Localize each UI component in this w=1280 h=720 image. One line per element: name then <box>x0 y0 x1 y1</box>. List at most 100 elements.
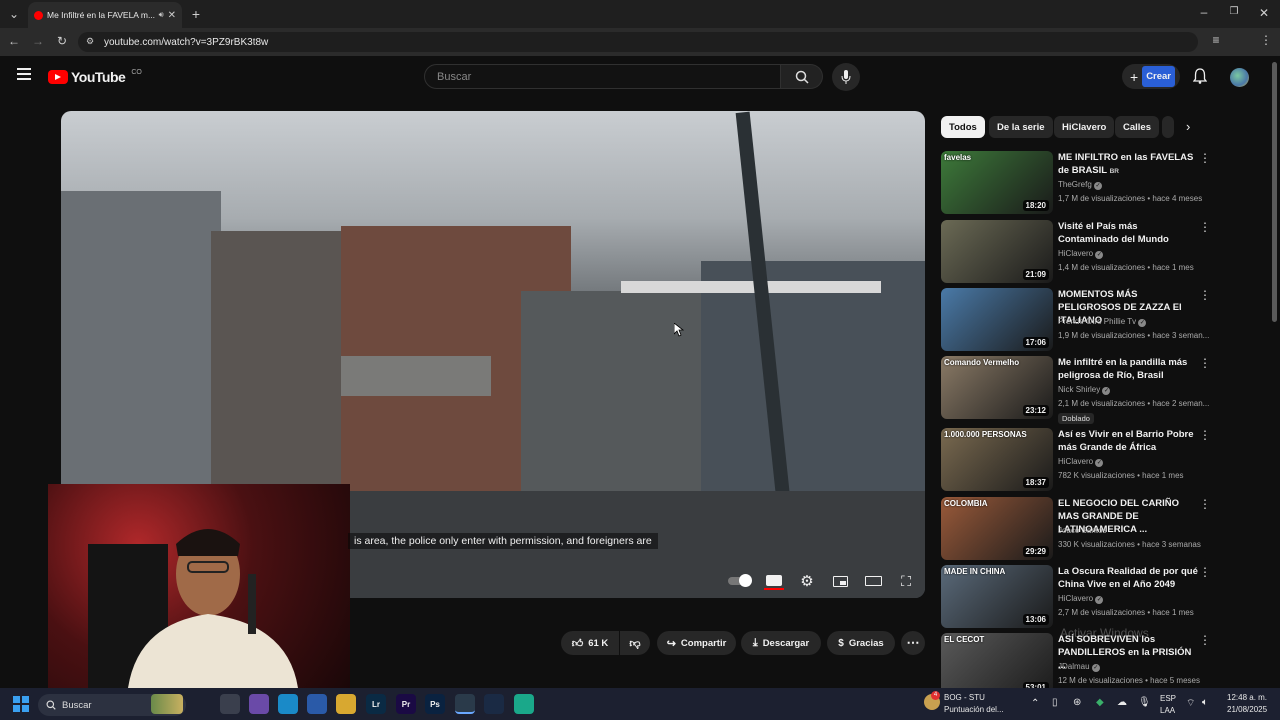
voice-search-button[interactable] <box>832 63 860 91</box>
channel-name[interactable]: HiClavero ✓ <box>1058 457 1104 467</box>
tray-mic-icon[interactable]: 🎙︎ <box>1138 697 1151 708</box>
chip-hiclavero[interactable]: HiClavero <box>1054 116 1115 138</box>
page-scrollbar[interactable] <box>1272 62 1277 322</box>
lightroom-icon[interactable]: Lr <box>366 694 386 714</box>
chip-partial[interactable] <box>1162 116 1174 138</box>
more-options-icon[interactable]: ⋮ <box>1199 428 1211 442</box>
tray-network-icon[interactable]: ⊛ <box>1073 697 1081 708</box>
media-control-icon[interactable]: ≡ <box>1208 33 1224 47</box>
premiere-icon[interactable]: Pr <box>396 694 416 714</box>
channel-name[interactable]: TheGrefg ✓ <box>1058 180 1103 190</box>
channel-name[interactable]: JDalmau ✓ <box>1058 662 1100 672</box>
address-bar[interactable]: ⚙ youtube.com/watch?v=3PZ9rBK3t8w <box>78 32 1198 52</box>
language-bottom[interactable]: LAA <box>1160 706 1175 715</box>
search-highlight-icon[interactable] <box>151 694 183 714</box>
back-icon[interactable]: ← <box>6 34 22 48</box>
search-button[interactable] <box>781 64 823 89</box>
video-title[interactable]: Visité el País más Contaminado del Mundo <box>1058 220 1198 247</box>
forward-icon[interactable]: → <box>30 34 46 48</box>
channel-name[interactable]: HiClavero ✓ <box>1058 249 1104 259</box>
minimize-icon[interactable]: – <box>1196 5 1212 19</box>
channel-name[interactable]: Prende Otro Phillie Tv ✓ <box>1058 317 1147 327</box>
clock-time[interactable]: 12:48 a. m. <box>1227 693 1267 702</box>
search-input[interactable]: Buscar <box>424 64 781 89</box>
video-thumbnail[interactable]: favelas 18:20 <box>941 151 1053 214</box>
more-options-icon[interactable]: ⋮ <box>1199 565 1211 579</box>
more-options-icon[interactable]: ⋮ <box>1199 151 1211 165</box>
subtitles-icon[interactable] <box>764 572 784 590</box>
dislike-button[interactable]: 👎︎ <box>620 631 650 655</box>
settings-gear-icon[interactable]: ⚙ <box>797 572 817 590</box>
chip-calles[interactable]: Calles <box>1115 116 1159 138</box>
share-button[interactable]: ↪ Compartir <box>657 631 736 655</box>
windows-start-icon[interactable] <box>13 696 29 712</box>
chip-todos[interactable]: Todos <box>941 116 985 138</box>
browser-tab[interactable]: Me Infiltré en la FAVELA m... 🔊︎ ✕ <box>28 2 182 28</box>
store-icon[interactable] <box>307 694 327 714</box>
recommendation-card[interactable]: MADE IN CHINA 13:06 La Oscura Realidad de … <box>941 565 1221 629</box>
channel-name[interactable]: Nick Shirley ✓ <box>1058 385 1111 395</box>
file-icon[interactable] <box>220 694 240 714</box>
window-close-icon[interactable]: ✕ <box>1256 6 1272 20</box>
video-title[interactable]: La Oscura Realidad de por qué China Vive… <box>1058 565 1198 592</box>
app-icon[interactable] <box>514 694 534 714</box>
hamburger-menu-icon[interactable] <box>17 68 31 80</box>
steam-icon[interactable] <box>484 694 504 714</box>
theater-mode-icon[interactable] <box>863 572 883 590</box>
channel-name[interactable]: HiClavero ✓ <box>1058 594 1104 604</box>
clock-date[interactable]: 21/08/2025 <box>1227 705 1267 714</box>
menu-dots-icon[interactable]: ⋮ <box>1258 33 1274 47</box>
new-tab-icon[interactable]: + <box>188 6 204 22</box>
tray-security-icon[interactable]: ◆ <box>1096 697 1104 708</box>
chip-de-la-serie[interactable]: De la serie <box>989 116 1053 138</box>
recommendation-card[interactable]: 17:06 MOMENTOS MÁS PELIGROSOS DE ZAZZA El… <box>941 288 1221 352</box>
copilot-icon[interactable] <box>249 694 269 714</box>
recommendation-card[interactable]: favelas 18:20 ME INFILTRO en las FAVELAS d… <box>941 151 1221 215</box>
reload-icon[interactable]: ↻ <box>54 34 70 48</box>
video-title[interactable]: Así es Vivir en el Barrio Pobre más Gran… <box>1058 428 1198 455</box>
video-thumbnail[interactable]: 21:09 <box>941 220 1053 283</box>
language-top[interactable]: ESP <box>1160 694 1176 703</box>
video-thumbnail[interactable]: EL CECOT53:01 <box>941 633 1053 696</box>
tray-chevron-icon[interactable]: ⌃ <box>1031 698 1039 709</box>
more-options-icon[interactable]: ⋮ <box>1199 497 1211 511</box>
more-options-icon[interactable]: ⋮ <box>1199 356 1211 370</box>
like-button[interactable]: 👍︎ 61 K <box>561 631 619 655</box>
photoshop-icon[interactable]: Ps <box>425 694 445 714</box>
notifications-bell-icon[interactable] <box>1192 68 1208 89</box>
site-info-icon[interactable]: ⚙ <box>86 36 94 47</box>
chips-next-icon[interactable]: › <box>1186 119 1190 134</box>
more-options-icon[interactable]: ⋮ <box>1199 288 1211 302</box>
more-options-icon[interactable]: ⋮ <box>1199 220 1211 234</box>
video-thumbnail[interactable]: COLOMBIA 29:29 <box>941 497 1053 560</box>
speaker-icon[interactable]: 🔊︎ <box>159 10 164 20</box>
recommendation-card[interactable]: Comando Vermelho 23:12 Me infiltré en la p… <box>941 356 1221 424</box>
recommendation-card[interactable]: 21:09 Visité el País más Contaminado del … <box>941 220 1221 284</box>
more-options-icon[interactable]: ⋮ <box>1199 633 1211 647</box>
youtube-logo[interactable]: YouTube CO <box>48 69 142 85</box>
edge-icon[interactable] <box>278 694 298 714</box>
video-thumbnail[interactable]: 1.000.000 PERSONAS 18:37 <box>941 428 1053 491</box>
miniplayer-icon[interactable] <box>830 572 850 590</box>
more-actions-icon[interactable]: ⋯ <box>901 631 925 655</box>
video-title[interactable]: Me infiltré en la pandilla más peligrosa… <box>1058 356 1198 383</box>
tray-wifi-icon[interactable]: ⌔ <box>1186 697 1195 710</box>
video-title[interactable]: ME INFILTRO en las FAVELAS de BRASIL BR <box>1058 151 1198 178</box>
tab-close-icon[interactable]: ✕ <box>168 10 176 21</box>
video-thumbnail[interactable]: MADE IN CHINA 13:06 <box>941 565 1053 628</box>
download-button[interactable]: ⤓ Descargar <box>741 631 821 655</box>
tray-cloud-icon[interactable]: ☁ <box>1117 697 1127 708</box>
channel-name[interactable]: Joaco Santos <box>1058 526 1106 535</box>
tray-volume-icon[interactable]: 🔈︎ <box>1202 697 1208 708</box>
create-button[interactable]: + Crear <box>1122 64 1180 89</box>
autoplay-toggle[interactable] <box>727 572 752 590</box>
recommendation-card[interactable]: COLOMBIA 29:29 EL NEGOCIO DEL CARIÑO MAS G… <box>941 497 1221 561</box>
folder-icon[interactable] <box>336 694 356 714</box>
avatar[interactable] <box>1230 68 1249 87</box>
tab-search-icon[interactable]: ⌄ <box>6 7 22 21</box>
fullscreen-icon[interactable]: ⛶ <box>896 572 916 590</box>
thanks-button[interactable]: $ Gracias <box>827 631 895 655</box>
restore-icon[interactable]: ❐ <box>1226 6 1242 17</box>
chrome-icon[interactable] <box>455 694 475 714</box>
video-thumbnail[interactable]: 17:06 <box>941 288 1053 351</box>
